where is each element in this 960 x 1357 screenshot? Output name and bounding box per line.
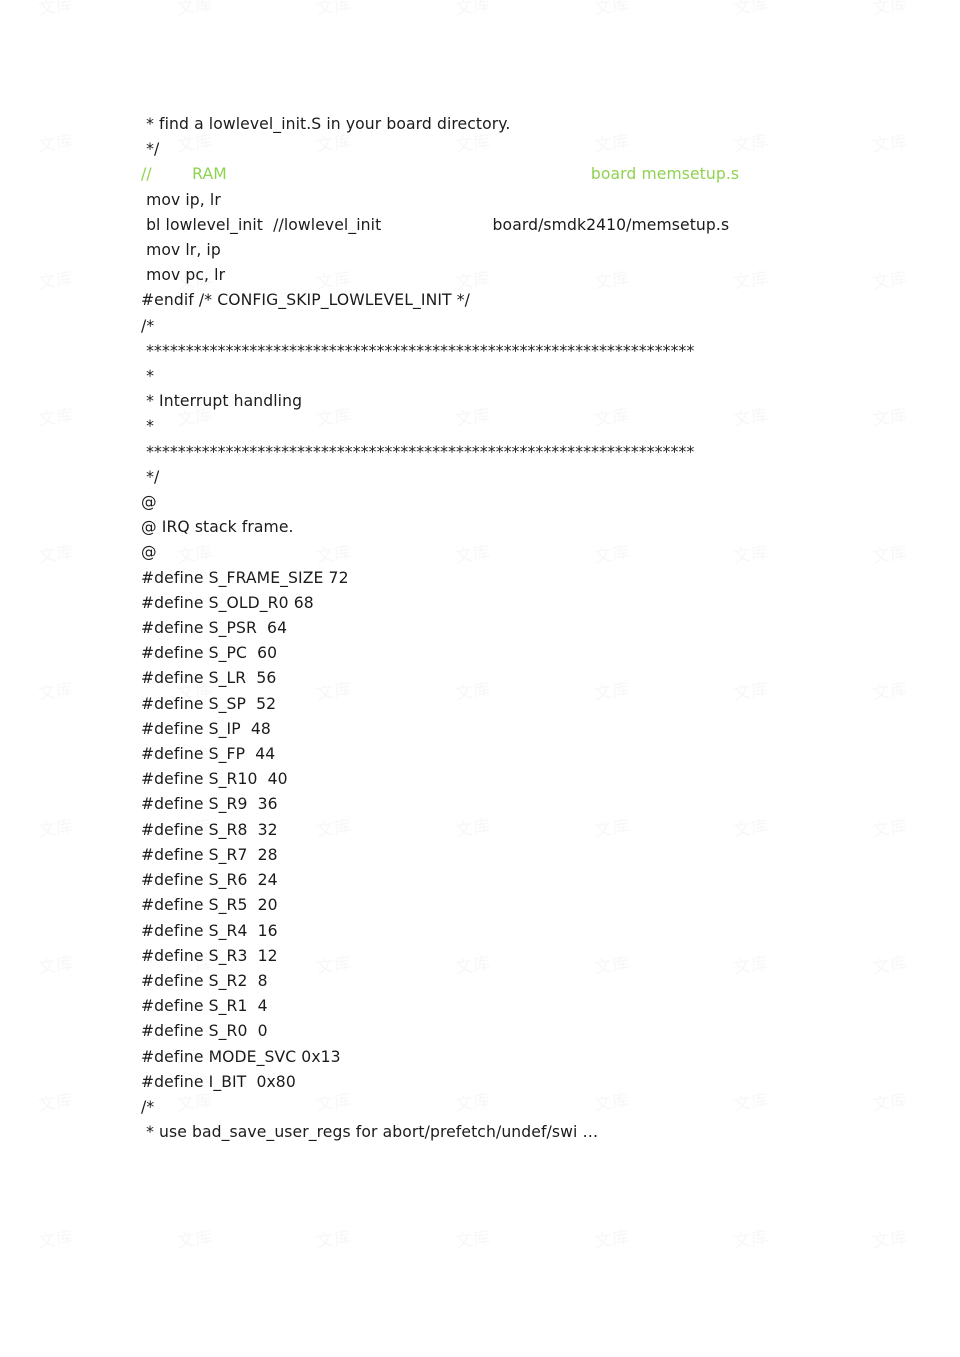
code-line: #define S_R10 40 [141,770,288,789]
code-line: #define S_R0 0 [141,1022,268,1041]
code-line: @ [141,543,157,562]
code-line: ****************************************… [141,442,695,461]
code-line: #define S_R1 4 [141,997,268,1016]
code-line: @ [141,493,157,512]
code-line: /* [141,1097,155,1116]
code-line: */ [141,140,160,159]
code-listing: * find a lowlevel_init.S in your board d… [141,112,841,1145]
code-line: mov lr, ip [141,241,221,260]
code-line: #define S_R9 36 [141,795,278,814]
code-line: // RAM board memsetup.s [141,165,740,184]
code-line: * use bad_save_user_regs for abort/prefe… [141,1123,599,1142]
code-line: #define S_PC 60 [141,644,278,663]
code-line: * find a lowlevel_init.S in your board d… [141,115,511,133]
code-line: * [141,417,154,436]
code-line: #define I_BIT 0x80 [141,1072,296,1091]
code-line: #endif /* CONFIG_SKIP_LOWLEVEL_INIT */ [141,291,470,310]
code-line: bl lowlevel_init //lowlevel_init board/s… [141,215,730,234]
code-line: #define S_R3 12 [141,946,278,965]
code-line: #define S_R6 24 [141,871,278,890]
code-line: #define S_FRAME_SIZE 72 [141,568,349,587]
code-line: * [141,367,154,386]
document-page: * find a lowlevel_init.S in your board d… [0,0,960,1357]
code-line: /* [141,316,155,335]
code-line: mov ip, lr [141,190,221,209]
code-line: #define S_R5 20 [141,896,278,915]
code-line: #define S_LR 56 [141,669,277,688]
code-line: #define S_R4 16 [141,921,278,940]
code-line: mov pc, lr [141,266,226,285]
code-line: #define S_IP 48 [141,719,271,738]
code-line: */ [141,467,160,486]
code-line: #define S_R8 32 [141,820,278,839]
code-line: #define MODE_SVC 0x13 [141,1047,341,1066]
code-line: #define S_SP 52 [141,694,277,713]
code-line: #define S_R7 28 [141,845,278,864]
code-line: #define S_PSR 64 [141,619,288,638]
code-line: @ IRQ stack frame. [141,518,294,537]
code-line: ****************************************… [141,341,695,360]
code-line: #define S_OLD_R0 68 [141,593,314,612]
code-line: #define S_FP 44 [141,745,276,764]
code-line: * Interrupt handling [141,392,303,411]
code-line: #define S_R2 8 [141,971,268,990]
